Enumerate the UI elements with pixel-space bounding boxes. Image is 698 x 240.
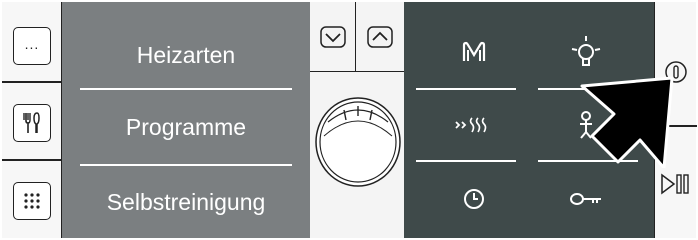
left-divider-2 [2,159,62,161]
function-divider-3 [416,160,516,162]
menu-item-label: Programme [125,114,247,140]
navigation-area [310,2,404,238]
key-lock-icon [570,193,601,205]
rotary-knob[interactable] [314,92,402,190]
timer-clock-icon [464,189,484,209]
menu-divider-2 [80,164,292,166]
memory-m-icon [462,41,486,61]
menu-item-selbstreinigung[interactable]: Selbstreinigung [62,189,310,216]
menu-item-label: Heizarten [136,42,236,68]
play-pause-button[interactable] [656,164,696,204]
more-dots-button[interactable]: ... [13,27,51,65]
grid-dots-icon [24,193,40,209]
down-button[interactable] [310,2,356,72]
left-divider-1 [2,81,62,83]
menu-item-heizarten[interactable]: Heizarten [62,42,310,69]
rapid-heat-button[interactable] [440,106,506,144]
chevron-down-icon [319,25,346,48]
chevron-up-icon [367,25,393,48]
more-dots-icon: ... [24,36,40,52]
function-divider-1 [416,88,516,90]
cutlery-icon [23,112,40,133]
grid-dots-button[interactable] [13,182,51,220]
rapid-heat-icon [455,117,487,133]
memory-button[interactable] [444,32,504,72]
mode-menu: Heizarten Programme Selbstreinigung [62,2,310,238]
up-button[interactable] [356,2,404,72]
pointer-arrow-icon [580,76,674,168]
key-lock-button[interactable] [556,178,616,220]
menu-item-label: Selbstreinigung [106,189,266,215]
left-button-column: ... [2,2,62,238]
menu-item-programme[interactable]: Programme [62,114,310,141]
cutlery-button[interactable] [13,104,51,142]
timer-button[interactable] [444,178,504,220]
menu-divider-1 [80,88,292,90]
play-pause-icon [661,173,689,195]
